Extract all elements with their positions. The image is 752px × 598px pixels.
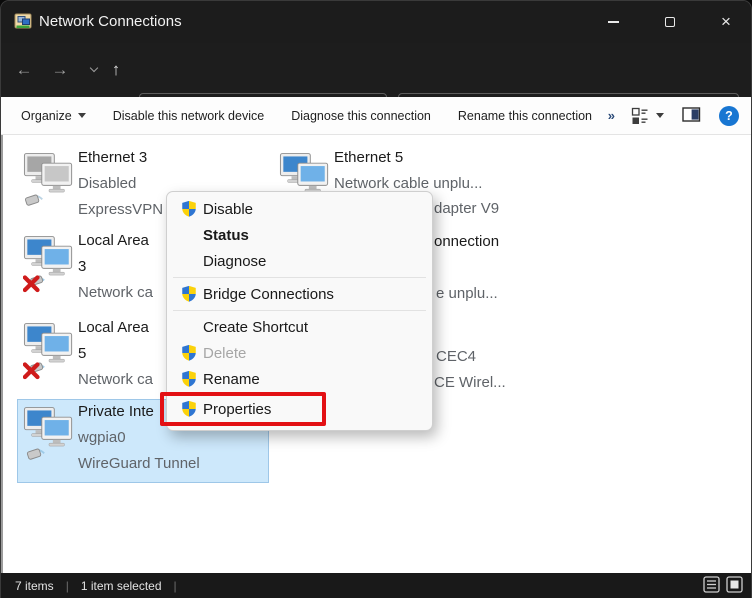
menu-item-delete: Delete [167,340,432,366]
back-button[interactable]: ← [9,43,39,97]
tiles-view-icon [631,107,649,125]
disable-device-command[interactable]: Disable this network device [113,109,264,123]
network-adapter-error-icon [23,321,75,386]
preview-pane-button[interactable] [682,106,701,126]
minimize-icon [608,21,619,23]
large-icons-view-toggle[interactable] [726,576,743,596]
rename-connection-command[interactable]: Rename this connection [458,109,592,123]
help-button[interactable]: ? [719,106,739,126]
menu-item-bridge-connections[interactable]: Bridge Connections [167,281,432,307]
network-adapter-error-icon [23,234,75,299]
status-bar: 7 items | 1 item selected | [1,573,752,598]
organize-menu-button[interactable]: Organize [21,109,86,123]
minimize-button[interactable] [591,1,635,43]
diagnose-connection-command[interactable]: Diagnose this connection [291,109,431,123]
uac-shield-icon [180,285,198,303]
command-bar: Organize Disable this network device Dia… [1,97,752,135]
more-commands-button[interactable]: » [608,108,615,123]
uac-shield-icon [180,344,198,362]
maximize-icon [665,17,675,27]
network-adapter-disabled-icon [23,151,75,216]
details-view-toggle[interactable] [703,576,720,596]
tile-name-wrap: 3 [78,257,86,277]
navigation-bar: ← → ↑ « .. › N... [1,43,752,97]
item-count: 7 items [15,579,54,593]
menu-item-status[interactable]: Status [167,222,432,248]
tile-name: Local Area [78,318,149,338]
tile-status: Network ca [78,370,153,390]
uac-shield-icon [180,370,198,388]
tile-fragment[interactable]: e unplu... [436,285,498,302]
connections-list-area: Ethernet 3 Disabled ExpressVPN [1,135,752,573]
window-title: Network Connections [39,1,182,43]
tile-device: wgpia0 [78,428,126,448]
tile-fragment[interactable]: CE Wirel... [434,374,506,391]
network-connections-window: Network Connections × ← → ↑ « .. › N... [0,0,752,598]
tile-name-wrap: 5 [78,344,86,364]
menu-item-rename[interactable]: Rename [167,366,432,392]
forward-button[interactable]: → [45,43,75,97]
tile-name: Ethernet 5 [334,148,403,168]
tile-name: Private Inte [78,402,154,422]
change-view-button[interactable] [631,107,664,125]
organize-dropdown-caret-icon [78,113,86,118]
menu-separator [173,310,426,311]
tile-status: Disabled [78,174,136,194]
up-button[interactable]: ↑ [101,43,131,97]
tile-device: ExpressVPN [78,200,163,220]
selection-count: 1 item selected [81,579,162,593]
menu-item-create-shortcut[interactable]: Create Shortcut [167,314,432,340]
uac-shield-icon [180,200,198,218]
tile-name: Ethernet 3 [78,148,147,168]
title-bar: Network Connections × [1,1,752,43]
menu-item-disable[interactable]: Disable [167,196,432,222]
tile-fragment[interactable]: onnection [434,233,499,250]
menu-item-diagnose[interactable]: Diagnose [167,248,432,274]
preview-pane-icon [682,106,701,123]
view-dropdown-caret-icon [656,113,664,118]
annotation-red-box [160,392,326,426]
network-connections-app-icon [14,12,34,37]
tile-fragment[interactable]: CEC4 [436,348,476,365]
menu-separator [173,277,426,278]
tile-type: WireGuard Tunnel [78,454,200,474]
network-adapter-icon [23,405,75,470]
tile-name: Local Area [78,231,149,251]
maximize-button[interactable] [648,1,692,43]
tile-fragment[interactable]: dapter V9 [434,200,499,217]
tile-status: Network ca [78,283,153,303]
close-button[interactable]: × [704,1,748,43]
